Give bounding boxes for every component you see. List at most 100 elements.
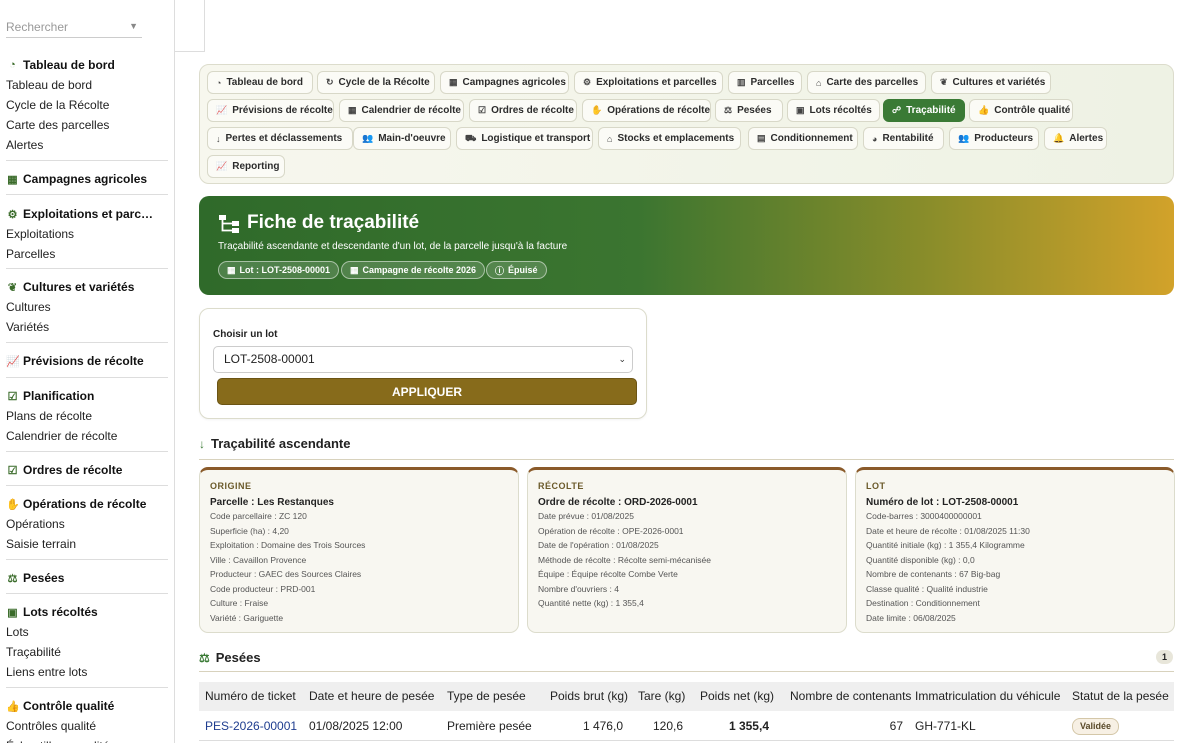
module-tab[interactable]: ☑ Ordres de récolte: [469, 99, 577, 122]
divider: [6, 451, 168, 452]
module-tab[interactable]: ↓ Pertes et déclassements: [207, 127, 353, 150]
module-tab[interactable]: ↻ Cycle de la Récolte: [317, 71, 435, 94]
card-field: Code producteur : PRD-001: [210, 583, 316, 594]
module-tab[interactable]: 🔔 Alertes: [1044, 127, 1107, 150]
hand-icon: ✋: [591, 105, 603, 115]
clipboard-check-icon: ☑: [7, 390, 18, 403]
card-field: Exploitation : Domaine des Trois Sources: [210, 540, 366, 550]
divider: [6, 485, 168, 486]
sidebar-group-title[interactable]: ▣ Lots récoltés: [0, 602, 174, 622]
module-tab[interactable]: ❦ Cultures et variétés: [931, 71, 1051, 94]
column-header[interactable]: Numéro de ticket: [205, 682, 296, 711]
sidebar-item[interactable]: Exploitations: [0, 224, 174, 244]
sidebar-item[interactable]: Liens entre lots: [0, 662, 174, 682]
sidebar-item[interactable]: Tableau de bord: [0, 75, 174, 95]
sidebar-item[interactable]: Carte des parcelles: [0, 115, 174, 135]
sidebar-group-title[interactable]: 📈 Prévisions de récolte: [0, 351, 174, 371]
module-tab[interactable]: 📈 Reporting: [207, 155, 285, 178]
thumb-up-icon: 👍: [6, 700, 20, 713]
sidebar-group: ▦ Campagnes agricoles: [0, 169, 174, 189]
module-tab[interactable]: ◔ Tableau de bord: [207, 71, 313, 94]
module-nav: ◔ Tableau de bord ↻ Cycle de la Récolte ▦ Cam…: [199, 64, 1174, 184]
chevron-down-icon[interactable]: ▼: [129, 21, 138, 31]
scale-icon: ⚖: [724, 105, 733, 115]
tractor-icon: ⚙: [583, 77, 592, 87]
sidebar-group-title[interactable]: ◔ Tableau de bord: [0, 55, 174, 75]
module-tab[interactable]: ✋ Opérations de récolte: [582, 99, 711, 122]
column-header[interactable]: Tare (kg): [638, 682, 685, 711]
sidebar-item[interactable]: Traçabilité: [0, 642, 174, 662]
module-tab[interactable]: ⛟ Logistique et transport: [456, 127, 593, 150]
sitemap-icon: ☍: [892, 105, 902, 115]
section-pesees: ⚖ Pesées: [199, 650, 261, 665]
divider: [199, 459, 1174, 460]
sidebar-group: ⚙ Exploitations et parc… Exploitations Parc…: [0, 204, 174, 264]
column-header[interactable]: Nombre de contenants: [790, 682, 911, 711]
sidebar-item[interactable]: Alertes: [0, 135, 174, 155]
module-tab[interactable]: ▦ Campagnes agricoles: [440, 71, 569, 94]
sidebar-item[interactable]: Cycle de la Récolte: [0, 95, 174, 115]
sidebar-item[interactable]: Contrôles qualité: [0, 716, 174, 736]
ticket-link[interactable]: PES-2026-00001: [205, 711, 305, 741]
gauge-icon: ◔: [216, 77, 222, 88]
module-tab[interactable]: ⌂ Carte des parcelles: [807, 71, 926, 94]
module-tab[interactable]: ▣ Lots récoltés: [787, 99, 880, 122]
column-header[interactable]: Immatriculation du véhicule: [915, 682, 1060, 711]
column-header[interactable]: Date et heure de pesée: [309, 682, 434, 711]
module-tab[interactable]: ▥ Parcelles: [728, 71, 802, 94]
card-title: Parcelle : Les Restanques: [210, 497, 334, 508]
module-tab[interactable]: ⚙ Exploitations et parcelles: [574, 71, 723, 94]
column-header[interactable]: Poids net (kg): [700, 682, 774, 711]
sidebar-item[interactable]: Lots: [0, 622, 174, 642]
module-tab[interactable]: ▤ Conditionnement: [748, 127, 858, 150]
card-field: Date et heure de récolte : 01/08/2025 11…: [866, 525, 1030, 536]
column-header[interactable]: Poids brut (kg): [550, 682, 628, 711]
table-cell: 67: [889, 719, 903, 733]
module-tab[interactable]: ☍ Traçabilité: [883, 99, 965, 122]
calendar-icon: ▦: [348, 105, 357, 115]
sidebar-group-title[interactable]: ⚙ Exploitations et parc…: [0, 204, 174, 224]
apply-button[interactable]: APPLIQUER: [217, 378, 637, 405]
chevron-down-icon: ⌄: [618, 354, 626, 364]
table-cell: GH-771-KL: [915, 719, 976, 733]
sidebar-group-title[interactable]: 👍 Contrôle qualité: [0, 696, 174, 716]
module-tab[interactable]: 👥 Producteurs: [949, 127, 1039, 150]
scale-icon: ⚖: [7, 572, 18, 585]
table-cell: 1 355,4: [728, 719, 769, 733]
search-input[interactable]: Rechercher ▼: [6, 18, 142, 38]
refresh-icon: ↻: [326, 77, 334, 87]
table-row[interactable]: PES-2026-00001 01/08/2025 12:00 Première p…: [199, 711, 1174, 741]
sidebar-group-title[interactable]: ⚖ Pesées: [0, 568, 174, 588]
column-header[interactable]: Statut de la pesée: [1072, 682, 1169, 711]
status-badge: Validée: [1072, 718, 1120, 736]
sidebar-item[interactable]: Calendrier de récolte: [0, 426, 174, 446]
lot-select[interactable]: LOT-2508-00001 ⌄: [213, 346, 633, 373]
divider: [6, 559, 168, 560]
sidebar-item[interactable]: Plans de récolte: [0, 406, 174, 426]
sidebar-item[interactable]: Opérations: [0, 514, 174, 534]
module-tab[interactable]: ⚖ Pesées: [715, 99, 783, 122]
card-field: Date limite : 06/08/2025: [866, 612, 956, 623]
card-field: Date de l'opération : 01/08/2025: [538, 540, 659, 550]
sidebar-group-title[interactable]: ☑ Planification: [0, 386, 174, 406]
card-field: Nombre d'ouvriers : 4: [538, 583, 619, 594]
sidebar-group-title[interactable]: ▦ Campagnes agricoles: [0, 169, 174, 189]
module-tab[interactable]: 📈 Prévisions de récolte: [207, 99, 334, 122]
sidebar-item[interactable]: Variétés: [0, 317, 174, 337]
sidebar-item[interactable]: Parcelles: [0, 244, 174, 264]
module-tab[interactable]: ▦ Calendrier de récolte: [339, 99, 464, 122]
sidebar-item[interactable]: Échantillons qualité: [0, 736, 174, 743]
divider: [6, 687, 168, 688]
column-header[interactable]: Type de pesée: [447, 682, 526, 711]
module-tab[interactable]: ◕ Rentabilité: [863, 127, 944, 150]
sidebar-group-title[interactable]: ✋ Opérations de récolte: [0, 494, 174, 514]
module-tab[interactable]: 👥 Main-d'oeuvre: [353, 127, 451, 150]
sidebar-item[interactable]: Cultures: [0, 297, 174, 317]
sidebar-group-title[interactable]: ☑ Ordres de récolte: [0, 460, 174, 480]
module-tab[interactable]: ⌂ Stocks et emplacements: [598, 127, 741, 150]
arrow-down-icon: ↓: [216, 133, 221, 144]
module-tab[interactable]: 👍 Contrôle qualité: [969, 99, 1073, 122]
card-field: Quantité nette (kg) : 1 355,4: [538, 598, 644, 608]
sidebar-group-title[interactable]: ❦ Cultures et variétés: [0, 277, 174, 297]
sidebar-item[interactable]: Saisie terrain: [0, 534, 174, 554]
